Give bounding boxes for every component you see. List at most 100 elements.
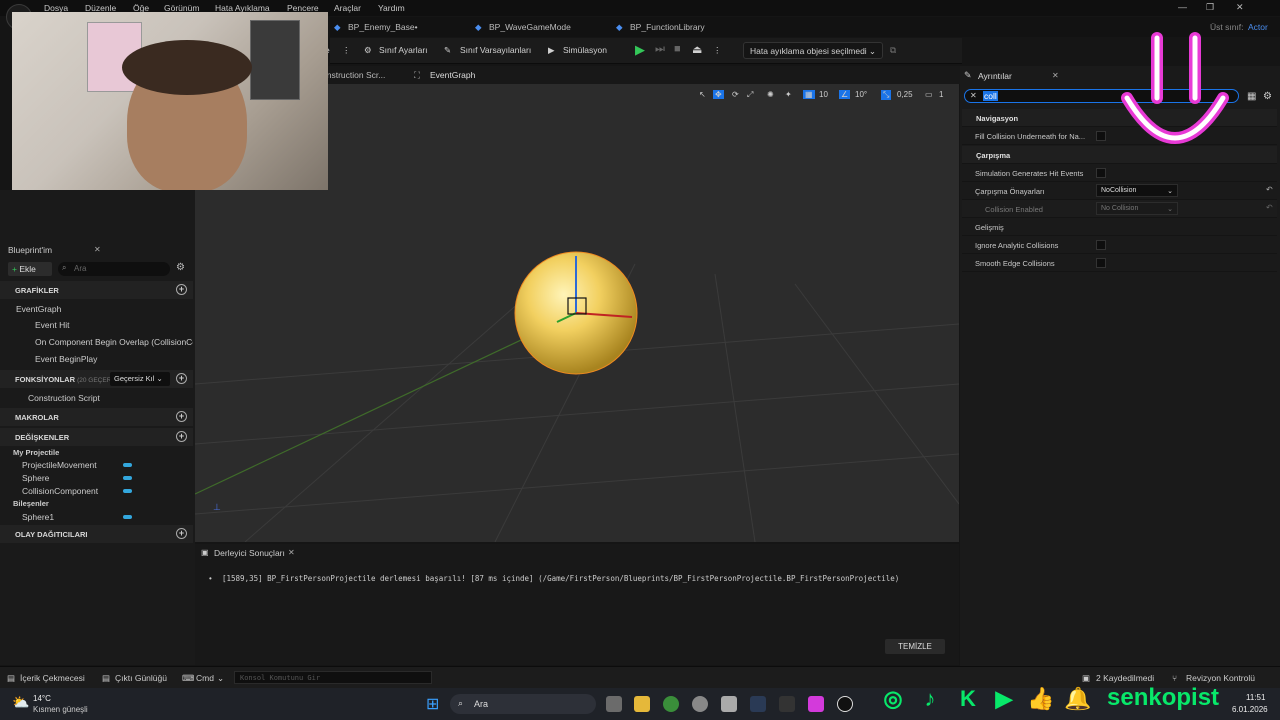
parent-class-value[interactable]: Actor <box>1248 22 1268 32</box>
variable-item[interactable]: Sphere <box>22 473 49 483</box>
world-local-icon[interactable]: ✺ <box>767 90 774 99</box>
event-hit-item[interactable]: Event Hit <box>35 320 70 330</box>
gear-icon[interactable]: ⚙ <box>1263 91 1272 102</box>
debug-object-dropdown[interactable]: Hata ayıklama objesi seçilmedi ⌄ <box>743 42 883 59</box>
construction-script-item[interactable]: Construction Script <box>28 393 100 403</box>
sim-hit-checkbox[interactable] <box>1096 168 1106 178</box>
unreal-engine-icon[interactable] <box>837 696 853 712</box>
clear-button[interactable]: TEMİZLE <box>885 639 945 654</box>
minimize-icon[interactable]: — <box>1178 2 1187 12</box>
output-log-button[interactable]: Çıktı Günlüğü <box>115 673 167 683</box>
windows-start-icon[interactable]: ⊞ <box>426 694 439 714</box>
file-explorer-icon[interactable] <box>634 696 650 712</box>
find-in-blueprint-icon[interactable]: ⧉ <box>890 45 896 56</box>
grid-snap-value[interactable]: 10 <box>819 90 828 99</box>
clock-time[interactable]: 11:51 <box>1246 693 1265 702</box>
content-drawer-button[interactable]: İçerik Çekmecesi <box>20 673 85 683</box>
component-item[interactable]: Sphere1 <box>22 512 54 522</box>
taskbar-search[interactable]: ⌕ Ara <box>450 694 596 714</box>
scale-icon[interactable]: ⤢ <box>747 90 753 100</box>
chrome-icon[interactable] <box>663 696 679 712</box>
rotation-snap-icon[interactable]: ∠ <box>839 90 851 99</box>
close-panel-icon[interactable]: ✕ <box>94 245 101 254</box>
task-view-icon[interactable] <box>606 696 622 712</box>
revision-control[interactable]: Revizyon Kontrolü <box>1186 673 1255 683</box>
stop-icon[interactable]: ■ <box>674 43 681 55</box>
gear-icon[interactable]: ⚙ <box>176 262 185 273</box>
menu-tools[interactable]: Araçlar <box>334 3 361 13</box>
menu-help[interactable]: Yardım <box>378 3 405 13</box>
add-macro-icon[interactable]: + <box>176 411 187 422</box>
advanced-category[interactable]: Gelişmiş <box>962 218 1277 236</box>
begin-overlap-item[interactable]: On Component Begin Overlap (CollisionCo <box>35 337 193 347</box>
tab-construction-script[interactable]: onstruction Scr... <box>322 70 385 80</box>
tab-event-graph[interactable]: EventGraph <box>430 70 475 80</box>
variable-group[interactable]: My Projectile <box>13 448 59 457</box>
translate-icon[interactable]: ✥ <box>713 90 724 99</box>
github-icon[interactable] <box>692 696 708 712</box>
rotate-icon[interactable]: ⟳ <box>732 90 739 99</box>
tab-wave-game-mode[interactable]: BP_WaveGameMode <box>489 22 571 32</box>
scale-snap-icon[interactable]: ⤡ <box>881 90 892 100</box>
unsaved-count[interactable]: 2 Kaydedilmedi <box>1096 673 1154 683</box>
variables-section[interactable]: DEĞİŞKENLER + <box>0 428 193 446</box>
add-button[interactable]: + Ekle <box>8 262 52 276</box>
step-icon[interactable]: ⏭ <box>655 43 665 56</box>
add-variable-icon[interactable]: + <box>176 431 187 442</box>
collision-enabled-dropdown[interactable]: No Collision ⌄ <box>1096 202 1178 215</box>
variable-item[interactable]: ProjectileMovement <box>22 460 97 470</box>
scale-snap-value[interactable]: 0,25 <box>897 90 913 99</box>
cmd-dropdown[interactable]: Cmd <box>196 673 214 683</box>
components-group[interactable]: Bileşenler <box>13 499 49 508</box>
store-icon[interactable] <box>721 696 737 712</box>
add-function-icon[interactable]: + <box>176 373 187 384</box>
simulation-button[interactable]: Simülasyon <box>563 45 607 55</box>
variables-header: DEĞİŞKENLER <box>15 433 70 442</box>
weather-text[interactable]: Kısmen güneşli <box>33 705 88 714</box>
fill-collision-checkbox[interactable] <box>1096 131 1106 141</box>
graphs-section[interactable]: GRAFİKLER + <box>0 281 193 299</box>
my-blueprint-panel: Blueprint'im ✕ + Ekle ⌕ Ara ⚙ GRAFİKLER +… <box>0 190 195 665</box>
smooth-edge-checkbox[interactable] <box>1096 258 1106 268</box>
collision-presets-dropdown[interactable]: NoCollision ⌄ <box>1096 184 1178 197</box>
surface-snap-icon[interactable]: ✦ <box>785 90 792 99</box>
begin-play-item[interactable]: Event BeginPlay <box>35 354 97 364</box>
class-defaults-button[interactable]: Sınıf Varsayılanları <box>460 45 531 55</box>
dispatchers-section[interactable]: OLAY DAĞITICILARI + <box>0 525 193 543</box>
console-input[interactable]: Konsol Komutunu Gir <box>234 671 432 684</box>
table-view-icon[interactable]: ▦ <box>1247 91 1256 102</box>
compiler-tab[interactable]: Derleyici Sonuçları <box>214 548 285 558</box>
temperature[interactable]: 14°C <box>33 694 51 703</box>
macros-section[interactable]: MAKROLAR + <box>0 408 193 426</box>
select-mode-icon[interactable]: ↖ <box>699 90 706 99</box>
eject-icon[interactable]: ⏏ <box>692 43 702 56</box>
epic-games-icon[interactable] <box>779 696 795 712</box>
tab-function-library[interactable]: BP_FunctionLibrary <box>630 22 705 32</box>
blueprint-search-input[interactable]: ⌕ Ara <box>58 262 170 276</box>
grid-snap-icon[interactable]: ▦ <box>803 90 815 99</box>
steam-icon[interactable] <box>750 696 766 712</box>
event-graph-item[interactable]: EventGraph <box>16 304 61 314</box>
close-window-icon[interactable]: ✕ <box>1236 2 1244 13</box>
close-details-icon[interactable]: ✕ <box>1052 71 1059 80</box>
rotation-snap-value[interactable]: 10° <box>855 90 867 99</box>
class-settings-button[interactable]: Sınıf Ayarları <box>379 45 428 55</box>
app-icon[interactable] <box>808 696 824 712</box>
add-dispatcher-icon[interactable]: + <box>176 528 187 539</box>
variable-item[interactable]: CollisionComponent <box>22 486 98 496</box>
play-icon[interactable]: ▶ <box>635 42 645 58</box>
camera-speed-value[interactable]: 1 <box>939 90 943 99</box>
add-graph-icon[interactable]: + <box>176 284 187 295</box>
reset-icon[interactable]: ↶ <box>1266 203 1273 212</box>
camera-speed-icon[interactable]: ▭ <box>925 90 933 99</box>
tab-enemy-base[interactable]: BP_Enemy_Base• <box>348 22 418 32</box>
close-tab-icon[interactable]: ✕ <box>288 548 295 557</box>
reset-icon[interactable]: ↶ <box>1266 185 1273 194</box>
maximize-icon[interactable]: ❐ <box>1206 2 1214 13</box>
compile-options-icon[interactable]: ⋮ <box>342 45 351 56</box>
play-options-icon[interactable]: ⋮ <box>713 45 722 56</box>
ignore-analytic-checkbox[interactable] <box>1096 240 1106 250</box>
clock-date[interactable]: 6.01.2026 <box>1232 705 1268 714</box>
override-dropdown[interactable]: Geçersiz Kıl ⌄ <box>110 372 170 386</box>
clear-search-icon[interactable]: ✕ <box>970 91 977 100</box>
